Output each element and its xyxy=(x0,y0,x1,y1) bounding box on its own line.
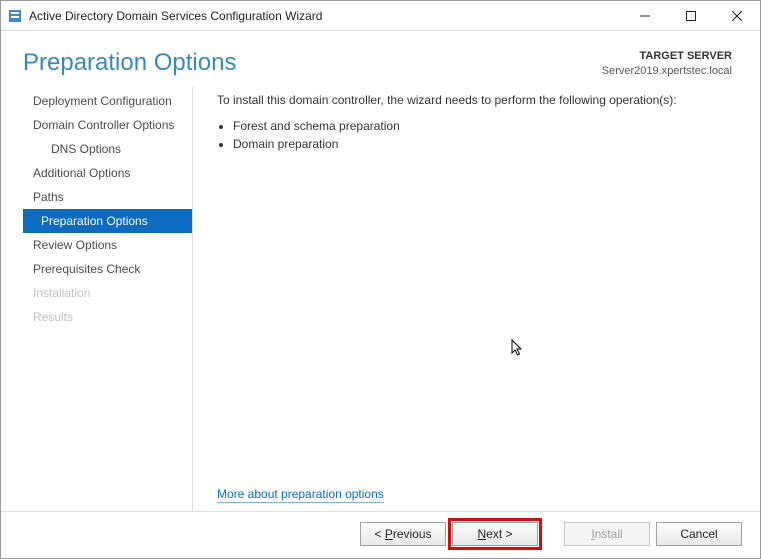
more-about-preparation-link[interactable]: More about preparation options xyxy=(217,487,384,503)
install-button: Install xyxy=(564,522,650,546)
sidebar: Deployment Configuration Domain Controll… xyxy=(23,87,193,511)
cancel-button[interactable]: Cancel xyxy=(656,522,742,546)
wizard-footer: < Previous Next > Install Cancel xyxy=(1,511,760,558)
sidebar-item-review-options[interactable]: Review Options xyxy=(23,233,192,257)
sidebar-item-installation: Installation xyxy=(23,281,192,305)
sidebar-item-additional-options[interactable]: Additional Options xyxy=(23,161,192,185)
intro-text: To install this domain controller, the w… xyxy=(217,93,734,107)
main-panel: To install this domain controller, the w… xyxy=(193,87,738,511)
page-title: Preparation Options xyxy=(23,49,236,79)
target-server-label: TARGET SERVER xyxy=(602,49,732,64)
sidebar-item-preparation-options[interactable]: Preparation Options xyxy=(23,209,192,233)
sidebar-item-prerequisites-check[interactable]: Prerequisites Check xyxy=(23,257,192,281)
sidebar-item-dns-options[interactable]: DNS Options xyxy=(23,137,192,161)
app-icon xyxy=(7,8,23,24)
operations-list: Forest and schema preparation Domain pre… xyxy=(217,117,734,153)
list-item: Domain preparation xyxy=(233,135,734,153)
titlebar: Active Directory Domain Services Configu… xyxy=(1,1,760,31)
maximize-button[interactable] xyxy=(668,1,714,30)
sidebar-item-paths[interactable]: Paths xyxy=(23,185,192,209)
previous-button[interactable]: < Previous xyxy=(360,522,446,546)
close-button[interactable] xyxy=(714,1,760,30)
minimize-button[interactable] xyxy=(622,1,668,30)
sidebar-item-deployment-configuration[interactable]: Deployment Configuration xyxy=(23,89,192,113)
window-title: Active Directory Domain Services Configu… xyxy=(29,9,622,23)
wizard-body: Deployment Configuration Domain Controll… xyxy=(1,87,760,511)
wizard-window: Active Directory Domain Services Configu… xyxy=(0,0,761,559)
cursor-icon xyxy=(511,339,525,360)
window-controls xyxy=(622,1,760,30)
help-link-row: More about preparation options xyxy=(217,487,734,501)
sidebar-item-results: Results xyxy=(23,305,192,329)
wizard-header: Preparation Options TARGET SERVER Server… xyxy=(1,31,760,87)
next-button[interactable]: Next > xyxy=(452,522,538,546)
list-item: Forest and schema preparation xyxy=(233,117,734,135)
sidebar-item-domain-controller-options[interactable]: Domain Controller Options xyxy=(23,113,192,137)
target-server-value: Server2019.xpertstec.local xyxy=(602,64,732,79)
target-server-info: TARGET SERVER Server2019.xpertstec.local xyxy=(602,49,732,79)
